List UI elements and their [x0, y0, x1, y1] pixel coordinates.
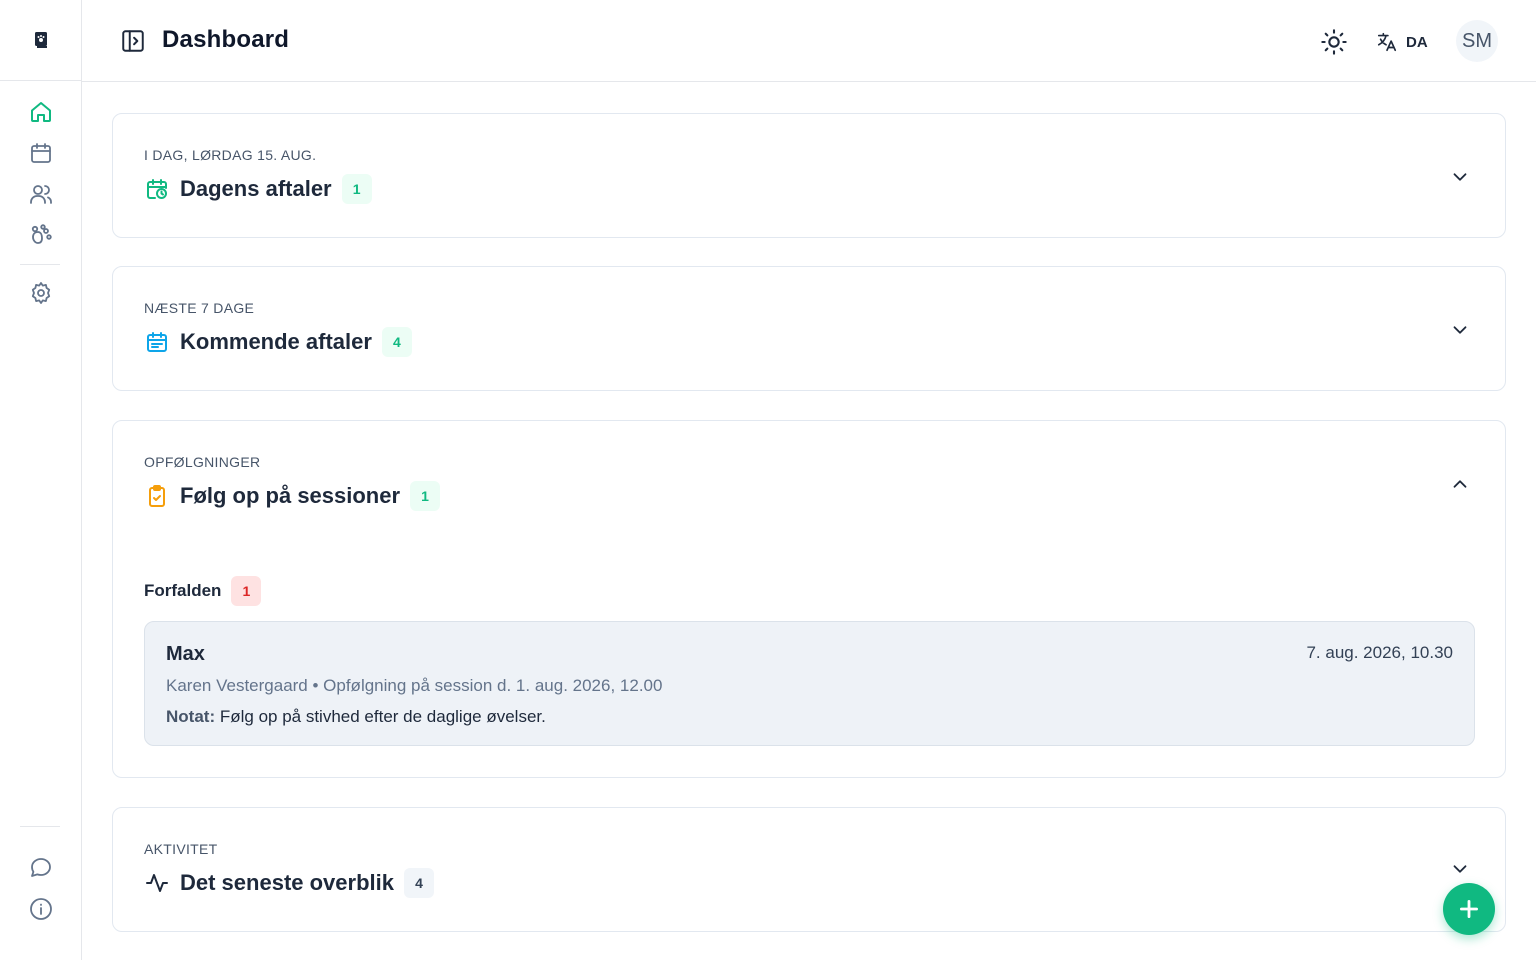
- user-avatar[interactable]: SM: [1456, 20, 1498, 62]
- calendar-list-icon: [144, 329, 170, 355]
- chat-icon: [31, 858, 51, 877]
- translate-icon: [1377, 32, 1397, 52]
- card-upcoming-appointments[interactable]: NÆSTE 7 DAGE Kommende aftaler 4: [112, 266, 1506, 391]
- chevron-down-icon: [1453, 865, 1467, 873]
- expand-button[interactable]: [1449, 858, 1471, 880]
- followup-note: Notat: Følg op på stivhed efter de dagli…: [166, 707, 546, 727]
- sidebar-item-home[interactable]: [26, 97, 56, 127]
- chevron-up-icon: [1453, 480, 1467, 488]
- followup-meta: Karen Vestergaard • Opfølgning på sessio…: [166, 676, 663, 695]
- followup-pet-name: Max: [166, 643, 205, 665]
- collapse-button[interactable]: [1449, 473, 1471, 495]
- app-logo[interactable]: [0, 0, 81, 81]
- card-eyebrow: NÆSTE 7 DAGE: [144, 300, 255, 316]
- info-icon: [30, 898, 52, 920]
- page-title: Dashboard: [162, 26, 290, 53]
- card-title: Det seneste overblik: [180, 870, 394, 895]
- note-label: Notat:: [166, 707, 216, 726]
- card-header: Kommende aftaler 4: [144, 325, 412, 359]
- card-eyebrow: OPFØLGNINGER: [144, 454, 261, 470]
- paw-book-icon: [34, 32, 47, 48]
- sidebar-item-settings[interactable]: [26, 278, 56, 308]
- sidebar-divider-bottom: [20, 826, 60, 827]
- count-badge: 4: [381, 327, 412, 357]
- overdue-section-header: Forfalden 1: [144, 576, 262, 606]
- expand-button[interactable]: [1449, 166, 1471, 188]
- sun-icon: [1321, 29, 1347, 55]
- card-header: Det seneste overblik 4: [144, 866, 434, 900]
- card-header[interactable]: Følg op på sessioner 1: [144, 479, 441, 513]
- overdue-count-badge: 1: [231, 576, 262, 606]
- card-title: Følg op på sessioner: [180, 483, 401, 508]
- language-code: DA: [1406, 33, 1428, 51]
- count-badge: 4: [403, 868, 434, 898]
- followup-due-date: 7. aug. 2026, 10.30: [1306, 643, 1453, 662]
- chevron-down-icon: [1453, 326, 1467, 334]
- sidebar-item-feedback[interactable]: [26, 853, 56, 883]
- home-icon: [31, 102, 51, 122]
- sidebar-item-info[interactable]: [26, 894, 56, 924]
- sidebar: [0, 0, 82, 960]
- chevron-down-icon: [1453, 173, 1467, 181]
- add-button[interactable]: [1443, 883, 1495, 935]
- card-todays-appointments[interactable]: I DAG, LØRDAG 15. AUG. Dagens aftaler 1: [112, 113, 1506, 238]
- overdue-label: Forfalden: [144, 581, 222, 600]
- activity-icon: [144, 870, 170, 896]
- card-activity[interactable]: AKTIVITET Det seneste overblik 4: [112, 807, 1506, 932]
- followup-item[interactable]: Max 7. aug. 2026, 10.30 Karen Vestergaar…: [144, 621, 1475, 746]
- theme-toggle-button[interactable]: [1320, 28, 1348, 56]
- users-icon: [30, 185, 52, 204]
- sidebar-toggle-button[interactable]: [120, 28, 146, 54]
- sidebar-item-pets[interactable]: [26, 220, 56, 250]
- calendar-clock-icon: [144, 176, 170, 202]
- gear-icon: [31, 282, 51, 304]
- card-followups: OPFØLGNINGER Følg op på sessioner 1 Forf…: [112, 420, 1506, 778]
- calendar-icon: [31, 143, 51, 163]
- clipboard-check-icon: [144, 483, 170, 509]
- language-switcher[interactable]: DA: [1376, 30, 1428, 54]
- sidebar-item-calendar[interactable]: [26, 138, 56, 168]
- plus-icon: [1460, 900, 1478, 918]
- expand-button[interactable]: [1449, 319, 1471, 341]
- paw-icon: [31, 224, 52, 244]
- card-eyebrow: AKTIVITET: [144, 841, 218, 857]
- card-eyebrow: I DAG, LØRDAG 15. AUG.: [144, 147, 317, 163]
- sidebar-item-clients[interactable]: [26, 179, 56, 209]
- card-header: Dagens aftaler 1: [144, 172, 372, 206]
- card-title: Kommende aftaler: [180, 329, 372, 354]
- sidebar-divider: [20, 264, 60, 265]
- count-badge: 1: [410, 481, 441, 511]
- note-text: Følg op på stivhed efter de daglige øvel…: [219, 707, 546, 726]
- count-badge: 1: [341, 174, 372, 204]
- top-bar: Dashboard DA SM: [82, 0, 1536, 82]
- card-title: Dagens aftaler: [180, 176, 332, 201]
- panel-toggle-icon: [122, 30, 144, 52]
